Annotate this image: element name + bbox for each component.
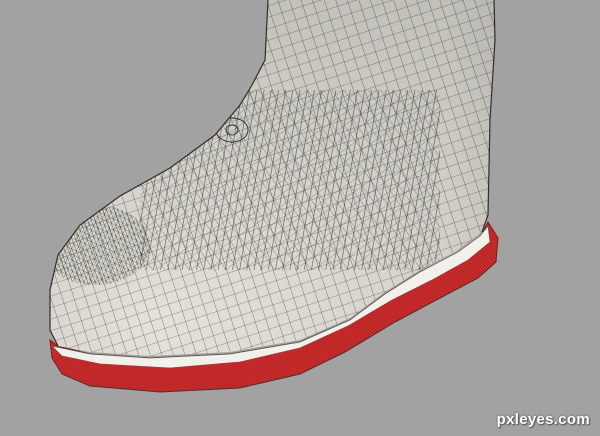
boot-model[interactable]	[0, 0, 600, 436]
3d-viewport[interactable]: pxleyes.com	[0, 0, 600, 436]
watermark-text: pxleyes.com	[496, 411, 590, 428]
